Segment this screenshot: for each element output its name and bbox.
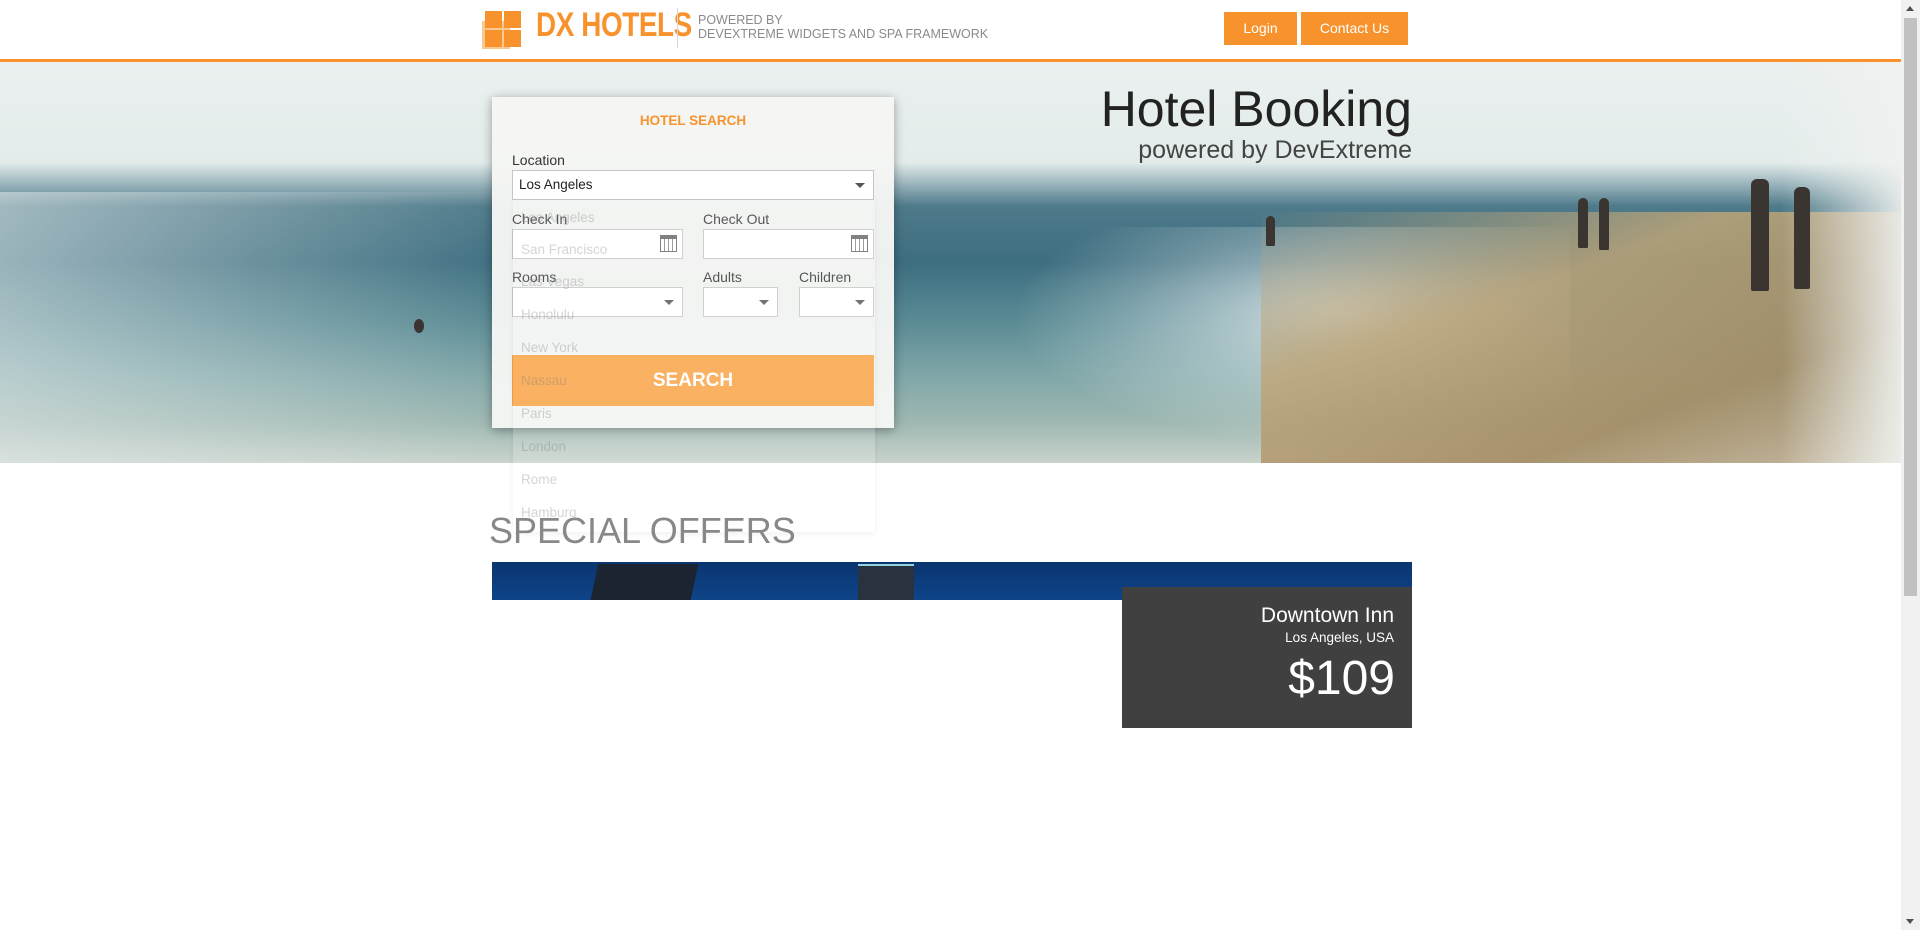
location-option[interactable]: London xyxy=(521,439,566,454)
scrollbar-thumb[interactable] xyxy=(1904,18,1917,596)
location-value: Los Angeles xyxy=(519,177,593,192)
page-scrollbar[interactable] xyxy=(1901,0,1920,930)
special-offers-title: SPECIAL OFFERS xyxy=(489,510,796,551)
hero-person xyxy=(1751,179,1769,291)
building-shape xyxy=(858,564,914,600)
hero-banner: Hotel Booking powered by DevExtreme xyxy=(0,62,1901,463)
brand-name[interactable]: DX HOTELS xyxy=(536,6,692,45)
location-option[interactable]: San Francisco xyxy=(521,242,607,257)
location-option[interactable]: Nassau xyxy=(521,373,567,388)
location-option[interactable]: Rome xyxy=(521,472,557,487)
hero-title-block: Hotel Booking powered by DevExtreme xyxy=(1101,80,1412,165)
site-header: DX HOTELS POWERED BY DEVEXTREME WIDGETS … xyxy=(0,0,1901,62)
location-options: Los Angeles San Francisco Las Vegas Hono… xyxy=(513,200,875,532)
powered-by-text: POWERED BY DEVEXTREME WIDGETS AND SPA FR… xyxy=(698,13,988,41)
location-dropdown-list: Los Angeles San Francisco Las Vegas Hono… xyxy=(513,200,875,532)
location-option[interactable]: New York xyxy=(521,340,578,355)
offer-location: Los Angeles, USA xyxy=(1285,630,1394,645)
location-option[interactable]: Honolulu xyxy=(521,307,574,322)
contact-us-button[interactable]: Contact Us xyxy=(1301,12,1408,45)
hero-swimmer xyxy=(414,319,424,333)
search-heading: HOTEL SEARCH xyxy=(639,113,747,128)
header-divider xyxy=(677,8,678,48)
location-option[interactable]: Las Vegas xyxy=(521,274,584,289)
logo-square xyxy=(504,11,521,28)
powered-line-1: POWERED BY xyxy=(698,13,783,27)
scroll-up-icon[interactable] xyxy=(1906,6,1914,11)
powered-line-2: DEVEXTREME WIDGETS AND SPA FRAMEWORK xyxy=(698,27,989,41)
offer-card[interactable]: Downtown Inn Los Angeles, USA $109 xyxy=(1122,587,1412,728)
offer-price: $109 xyxy=(1288,652,1395,705)
dx-logo-icon[interactable] xyxy=(482,9,522,49)
location-label: Location xyxy=(512,152,565,168)
hero-person xyxy=(1266,216,1275,246)
logo-square xyxy=(504,30,521,47)
location-select[interactable]: Los Angeles xyxy=(512,170,874,200)
logo-square xyxy=(485,30,502,47)
logo-square xyxy=(485,11,502,28)
location-option[interactable]: Paris xyxy=(521,406,552,421)
hero-person xyxy=(1794,187,1810,289)
chevron-down-icon[interactable] xyxy=(855,183,865,188)
login-button[interactable]: Login xyxy=(1224,12,1297,45)
location-option[interactable]: Los Angeles xyxy=(521,210,595,225)
hero-person xyxy=(1599,198,1609,250)
scroll-down-icon[interactable] xyxy=(1906,919,1914,924)
building-shape xyxy=(589,564,699,600)
hero-person xyxy=(1578,198,1588,248)
hero-title: Hotel Booking xyxy=(1100,81,1412,137)
hero-subtitle: powered by DevExtreme xyxy=(1138,136,1412,164)
offer-hotel-name: Downtown Inn xyxy=(1260,604,1394,627)
hero-haze xyxy=(0,192,520,463)
